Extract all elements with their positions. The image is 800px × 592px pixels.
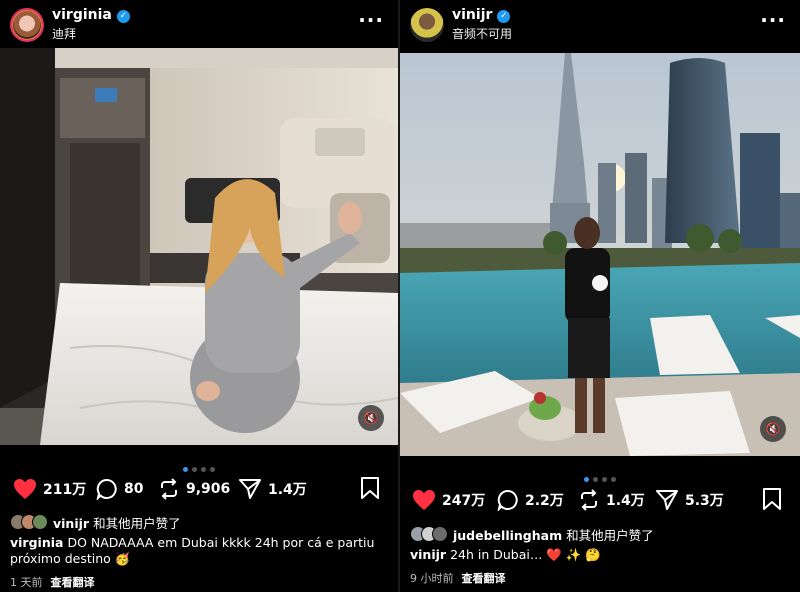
- post-header: virginia ✓ 迪拜 ···: [0, 0, 398, 50]
- repost-button[interactable]: 9,906: [158, 474, 230, 504]
- carousel-dot: [602, 477, 607, 482]
- liked-by-text: vinijr 和其他用户赞了: [53, 515, 181, 531]
- avatar[interactable]: [10, 8, 44, 42]
- action-bar: 211万 80 9,906 1.4万: [0, 474, 398, 504]
- translate-link[interactable]: 查看翻译: [462, 572, 506, 585]
- post-virginia: virginia ✓ 迪拜 ··· 🔇 211万 80 9,906 1.4万 v…: [0, 0, 398, 592]
- dubai-pool-photo: [400, 53, 800, 456]
- repost-button[interactable]: 1.4万: [578, 485, 645, 515]
- caption-text: DO NADAAAA em Dubai kkkk 24h por cá e pa…: [10, 535, 375, 566]
- comment-button[interactable]: 80: [96, 474, 143, 504]
- translate-link[interactable]: 查看翻译: [51, 576, 95, 589]
- carousel-dot: [210, 467, 215, 472]
- save-button[interactable]: [360, 476, 380, 504]
- bookmark-icon: [763, 488, 781, 510]
- caption: virginia DO NADAAAA em Dubai kkkk 24h po…: [10, 535, 388, 567]
- save-button[interactable]: [762, 487, 782, 515]
- more-options-icon[interactable]: ···: [358, 8, 384, 32]
- like-count: 211万: [43, 482, 87, 498]
- share-button[interactable]: 1.4万: [238, 474, 307, 504]
- action-bar: 247万 2.2万 1.4万 5.3万: [400, 485, 800, 515]
- carousel-dot: [584, 477, 589, 482]
- bookmark-icon: [361, 477, 379, 499]
- share-count: 1.4万: [268, 482, 307, 498]
- location-link[interactable]: 迪拜: [52, 25, 76, 42]
- share-count: 5.3万: [685, 493, 724, 509]
- comment-count: 2.2万: [525, 493, 564, 509]
- share-button[interactable]: 5.3万: [655, 485, 724, 515]
- carousel-indicator: [0, 457, 398, 472]
- post-media[interactable]: 🔇: [400, 53, 800, 456]
- post-header: vinijr ✓ 音频不可用 ···: [400, 0, 800, 50]
- audio-status: 音频不可用: [452, 27, 513, 41]
- caption-username[interactable]: virginia: [10, 535, 63, 550]
- liked-by[interactable]: judebellingham 和其他用户赞了: [410, 524, 654, 544]
- caption: vinijr 24h in Dubai… ❤️ ✨ 🤔: [410, 547, 790, 563]
- username-link[interactable]: virginia ✓: [52, 7, 130, 23]
- post-meta: 9 小时前 查看翻译: [410, 570, 506, 586]
- verified-badge-icon: ✓: [116, 10, 130, 23]
- verified-badge-icon: ✓: [497, 10, 511, 23]
- jet-cabin-photo: [0, 48, 398, 445]
- send-icon: [239, 479, 261, 499]
- carousel-dot: [183, 467, 188, 472]
- heart-filled-icon: [14, 479, 36, 499]
- carousel-indicator: [400, 467, 800, 482]
- comment-icon: [96, 478, 117, 500]
- like-button[interactable]: 211万: [13, 474, 86, 504]
- send-icon: [656, 490, 678, 510]
- mute-icon[interactable]: 🔇: [358, 405, 384, 431]
- comment-count: 80: [124, 481, 144, 497]
- repost-count: 1.4万: [606, 493, 645, 509]
- carousel-dot: [611, 477, 616, 482]
- liked-by-text: judebellingham 和其他用户赞了: [453, 527, 654, 543]
- comment-button[interactable]: 2.2万: [497, 485, 564, 515]
- carousel-dot: [192, 467, 197, 472]
- heart-filled-icon: [413, 490, 435, 510]
- post-vinijr: vinijr ✓ 音频不可用 ··· 🔇 247万 2.2万 1.4万 5.3万…: [400, 0, 800, 592]
- carousel-dot: [593, 477, 598, 482]
- username-link[interactable]: vinijr ✓: [452, 7, 511, 23]
- comment-icon: [497, 489, 518, 511]
- mute-icon[interactable]: 🔇: [760, 416, 786, 442]
- caption-text: 24h in Dubai… ❤️ ✨ 🤔: [450, 547, 601, 562]
- repost-icon: [161, 478, 177, 500]
- avatar[interactable]: [410, 8, 444, 42]
- repost-count: 9,906: [186, 481, 231, 497]
- avatar: [432, 526, 448, 542]
- liked-by[interactable]: vinijr 和其他用户赞了: [10, 512, 181, 532]
- more-options-icon[interactable]: ···: [760, 8, 786, 32]
- carousel-dot: [201, 467, 206, 472]
- avatar: [32, 514, 48, 530]
- like-button[interactable]: 247万: [412, 485, 485, 515]
- timestamp: 1 天前: [10, 576, 43, 589]
- timestamp: 9 小时前: [410, 572, 454, 585]
- like-count: 247万: [442, 493, 486, 509]
- post-media[interactable]: 🔇: [0, 48, 398, 445]
- repost-icon: [581, 489, 597, 511]
- caption-username[interactable]: vinijr: [410, 547, 446, 562]
- post-meta: 1 天前 查看翻译: [10, 574, 95, 590]
